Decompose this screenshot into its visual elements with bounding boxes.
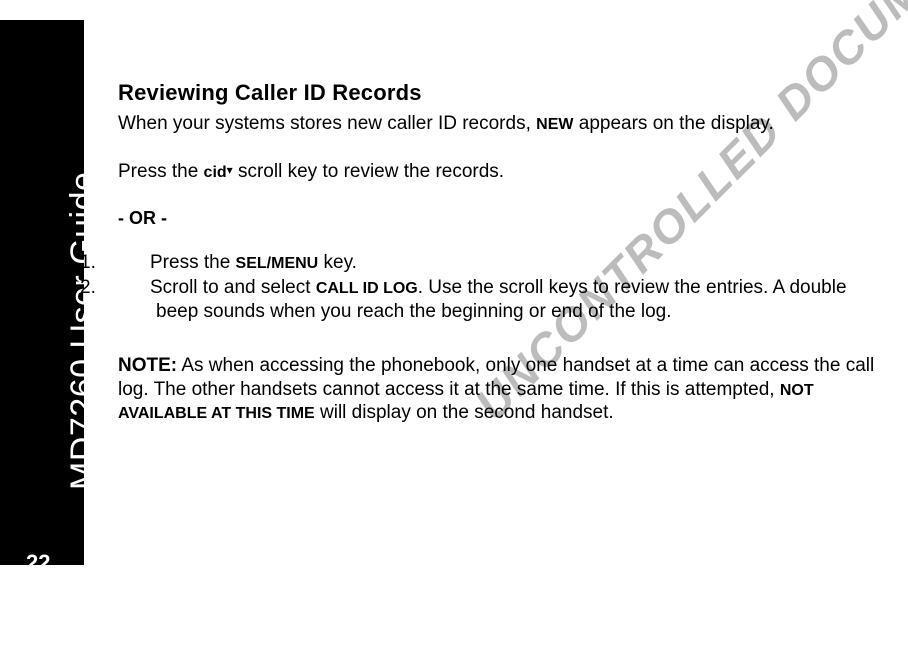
- section-heading: Reviewing Caller ID Records: [118, 80, 888, 106]
- step-2-text-a: Scroll to and select: [150, 277, 316, 298]
- press-cid-paragraph: Press the cid▾ scroll key to review the …: [118, 160, 888, 184]
- p1-text-b: appears on the display.: [573, 113, 773, 134]
- step-1-number: 1.: [118, 251, 150, 275]
- p1-text-a: When your systems stores new caller ID r…: [118, 113, 536, 134]
- step-2: 2.Scroll to and select CALL ID LOG. Use …: [118, 276, 888, 324]
- spine-title: MD7260 User Guide: [64, 120, 112, 490]
- down-triangle-icon: ▾: [227, 163, 233, 178]
- p2-text-b: scroll key to review the records.: [233, 161, 504, 182]
- or-separator: - OR -: [118, 208, 888, 229]
- step-1: 1.Press the SEL/MENU key.: [118, 251, 888, 275]
- page-number: 22: [26, 550, 66, 576]
- step-1-text-b: key.: [318, 252, 357, 273]
- note-label: NOTE:: [118, 355, 177, 376]
- document-page: UNCONTROLLED DOCUMENT 22 MD7260 User Gui…: [0, 0, 908, 658]
- note-paragraph: NOTE: As when accessing the phonebook, o…: [118, 354, 888, 425]
- intro-paragraph: When your systems stores new caller ID r…: [118, 112, 888, 136]
- step-2-bold: CALL ID LOG: [316, 280, 418, 297]
- note-text-b: will display on the second handset.: [315, 402, 614, 423]
- step-2-number: 2.: [118, 276, 150, 300]
- note-text-a: As when accessing the phonebook, only on…: [118, 355, 874, 400]
- p2-text-a: Press the: [118, 161, 204, 182]
- step-1-text-a: Press the: [150, 252, 236, 273]
- content-area: Reviewing Caller ID Records When your sy…: [118, 80, 888, 425]
- p2-cid-label: cid: [204, 164, 227, 181]
- steps-list: 1.Press the SEL/MENU key. 2.Scroll to an…: [118, 251, 888, 324]
- p1-bold-new: NEW: [536, 116, 573, 133]
- step-1-bold: SEL/MENU: [236, 255, 319, 272]
